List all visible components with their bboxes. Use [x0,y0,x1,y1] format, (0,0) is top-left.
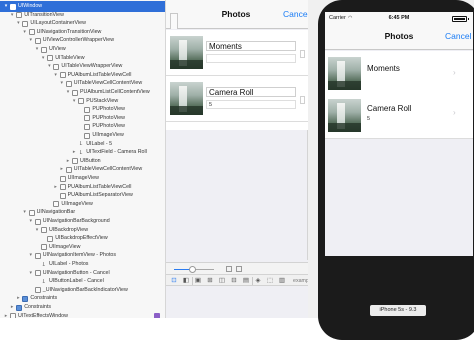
view-icon [28,29,35,36]
debug-toolbar-icon[interactable]: ⊟ [230,277,238,285]
chevron-right-icon: › [453,68,456,77]
table-view-frame [166,130,308,260]
view-hierarchy-navigator[interactable]: ▾ UIWindow ▾ UITransitionView ▾ UILayoutConta… [0,0,166,318]
view-icon [72,158,78,165]
status-bar: Carrier ◠ 6:45 PM [325,12,473,24]
debug-toolbar-icon[interactable]: ⊞ [206,277,214,285]
view-icon [72,89,78,96]
simulator-album-cell[interactable]: Camera Roll 5 › [325,93,473,139]
range-start-icon[interactable] [226,266,232,272]
disclosure-closed-icon[interactable]: ▸ [3,311,9,318]
debug-toolbar-icon[interactable]: ▥ [278,277,286,285]
view-icon [84,132,91,139]
hierarchy-row-label: UITextEffectsWindow [18,312,68,318]
simulator-nav-title: Photos [384,31,414,41]
hierarchy-row[interactable]: ▸ UITextEffectsWindow [0,311,165,318]
status-time: 6:45 PM [388,15,410,21]
album-count: 5 [367,116,371,122]
view-icon [34,252,41,259]
view-icon [41,227,47,234]
canvas-cancel-button[interactable]: Cancel [283,9,308,19]
spacing-slider-knob[interactable] [188,266,196,273]
album-name: Moments [367,64,400,73]
debug-toolbar-icon[interactable]: ⊡ [170,277,178,285]
debug-toolbar-icon[interactable]: ⬚ [266,277,274,285]
warning-badge-icon[interactable] [154,313,160,318]
view-icon [41,46,47,53]
simulator-cancel-button[interactable]: Cancel [445,31,471,41]
view-icon [47,55,54,62]
simulator-screen[interactable]: Carrier ◠ 6:45 PM Photos Cancel Moments … [325,12,473,256]
wifi-icon: ◠ [348,15,353,21]
range-end-icon[interactable] [236,266,242,272]
view-icon [84,123,91,130]
toolbar-separator [192,277,193,285]
album-count-label: 5 [206,100,296,109]
view-icon [65,166,72,173]
window-icon [10,3,16,10]
canvas-album-cell[interactable]: Moments [166,30,308,76]
debug-toolbar-icon[interactable]: ◫ [218,277,226,285]
simulator-window: Carrier ◠ 6:45 PM Photos Cancel Moments … [308,0,474,340]
toolbar-separator [252,277,253,285]
battery-icon [452,16,467,22]
view-icon [16,12,23,19]
simulator-navigation-bar: Photos Cancel [325,24,473,50]
view-icon [28,209,35,216]
view-icon [34,287,41,294]
album-name: Camera Roll [367,104,412,113]
album-thumbnail [328,99,361,132]
view-icon [84,115,91,122]
view-spacing-bar [166,262,308,274]
device-name-label: iPhone 5s - 9.3 [370,305,426,316]
view-icon [34,270,41,277]
debug-toolbar: ⊡ ◧ ▣ ⊞ ◫ ⊟ ▤ ◈ ⬚ ▥ exampl... [166,274,315,286]
battery-tip [468,18,469,20]
window-icon [16,304,23,311]
debug-toolbar-icon[interactable]: ▣ [194,277,202,285]
view-icon [65,80,72,87]
label-icon: L [42,278,46,285]
view-icon [34,37,41,44]
debug-toolbar-icon[interactable]: ◈ [254,277,262,285]
view-icon [59,192,66,199]
canvas-nav-title: Photos [221,9,251,19]
carrier-label: Carrier [329,15,346,21]
chevron-right-icon: › [453,108,456,117]
label-icon: L [42,261,46,268]
label-icon: L [79,141,83,148]
album-thumbnail [170,82,203,115]
view-icon [59,175,66,182]
view-icon [78,98,85,105]
view-icon [53,201,60,208]
view-icon [59,72,66,79]
canvas-album-cell[interactable]: Camera Roll 5 [166,76,308,122]
album-thumbnail [328,57,361,90]
view-icon [84,106,91,113]
simulator-album-cell[interactable]: Moments › [325,51,473,97]
debug-toolbar-icon[interactable]: ▤ [242,277,250,285]
view-icon [41,244,47,251]
view-icon [22,20,29,27]
view-icon [10,313,16,318]
album-count-label [206,54,296,63]
view-icon [53,63,60,70]
back-indicator-frame [170,13,178,29]
view-icon [47,235,54,242]
label-icon: L [79,149,83,156]
cell-accessory-frame [300,96,305,104]
album-thumbnail [170,36,203,69]
view-icon [34,218,41,225]
cell-accessory-frame [300,50,305,58]
view-icon [59,184,66,191]
canvas-navigation-bar[interactable]: Photos Cancel [166,0,308,29]
debug-toolbar-icon[interactable]: ◧ [182,277,190,285]
window-icon [22,295,29,302]
album-name-field[interactable]: Camera Roll [206,87,296,97]
canvas-album-list: Moments Camera Roll 5 [166,30,308,130]
album-name-field[interactable]: Moments [206,41,296,51]
